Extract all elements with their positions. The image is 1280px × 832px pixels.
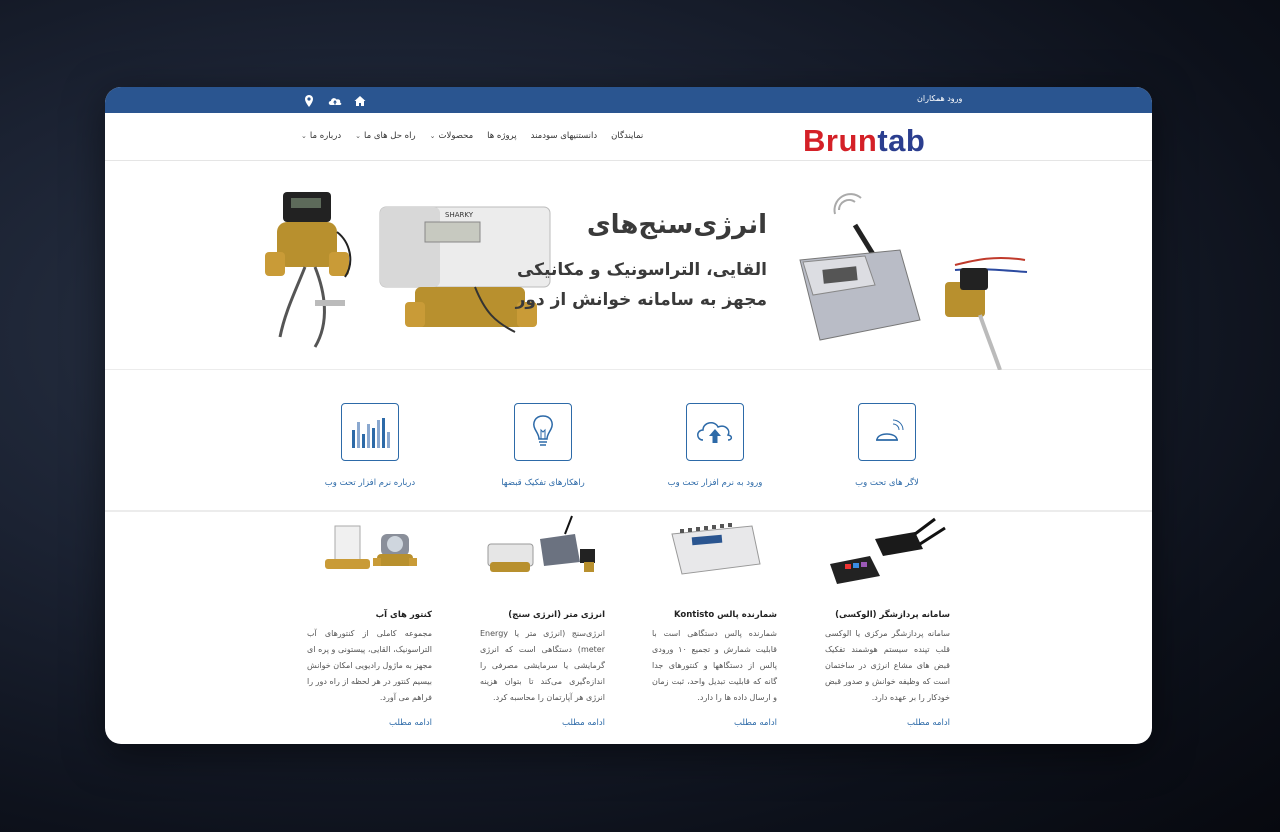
chevron-down-icon: ⌄	[429, 132, 436, 140]
product-description: مجموعه کاملی از کنتورهای آب التراسونیک، …	[307, 629, 432, 702]
home-icon[interactable]	[353, 93, 367, 107]
main-navbar: Bruntab درباره ما ⌄ راه حل های ما ⌄ محصولا…	[105, 113, 1152, 161]
partner-login-link[interactable]: ورود همکاران	[917, 94, 962, 103]
product-title: شمارنده پالس Kontisto	[673, 610, 777, 620]
chevron-down-icon: ⌄	[355, 132, 361, 140]
kontisto-product-image[interactable]	[652, 514, 777, 589]
brand-logo[interactable]: Bruntab	[803, 123, 925, 159]
menu-item-about[interactable]: درباره ما ⌄	[301, 131, 341, 141]
features-row: لاگر های تحت وب ورود به نرم افزار تحت وب…	[105, 370, 1152, 512]
feature-label: ورود به نرم افزار تحت وب	[667, 478, 763, 488]
product-title: سامانه پردازشگر (الوکسی)	[835, 610, 950, 620]
chevron-down-icon: ⌄	[301, 132, 307, 140]
feature-about-software[interactable]: درباره نرم افزار تحت وب	[305, 403, 435, 488]
svg-text:SHARKY: SHARKY	[445, 211, 474, 219]
menu-label: محصولات	[438, 131, 474, 141]
product-title: کنتور های آب	[375, 610, 432, 620]
product-card-energy-meter: انرژی متر (انرژی سنج) انرژی‌سنج (انرژی م…	[480, 514, 605, 728]
browser-window: ورود همکاران Bruntab درباره ما ⌄ راه حل ه…	[105, 87, 1152, 744]
product-description: انرژی‌سنج (انرژی متر یا Energy meter) دس…	[480, 629, 605, 702]
eloxy-product-image[interactable]	[825, 514, 950, 589]
menu-item-products[interactable]: محصولات ⌄	[430, 131, 474, 141]
feature-label: درباره نرم افزار تحت وب	[324, 478, 416, 488]
product-description: شمارنده پالس دستگاهی است با قابلیت شمارش…	[652, 629, 777, 702]
product-description: سامانه پردازشگر مرکزی یا الوکسی قلب تپند…	[825, 629, 950, 702]
menu-label: نمایندگان	[611, 131, 644, 141]
product-title: انرژی متر (انرژی سنج)	[508, 610, 605, 620]
menu-label: درباره ما	[309, 131, 342, 141]
water-meters-product-image[interactable]	[307, 514, 432, 589]
feature-label: راهکارهای تفکیک قبضها	[501, 478, 585, 488]
hero-title: انرژی‌سنج‌های	[586, 210, 767, 240]
energy-meters-image: SHARKY	[265, 192, 551, 348]
wireless-device-image	[799, 193, 1028, 370]
energy-meter-product-image[interactable]	[480, 514, 605, 589]
feature-label: لاگر های تحت وب	[855, 478, 919, 488]
wireless-logger-icon	[858, 403, 916, 461]
bar-chart-icon	[341, 403, 399, 461]
products-row: سامانه پردازشگر (الوکسی) سامانه پردازشگر…	[105, 514, 1152, 744]
read-more-link[interactable]: ادامه مطلب	[480, 718, 605, 728]
feature-bill-splitting[interactable]: راهکارهای تفکیک قبضها	[478, 403, 608, 488]
menu-item-projects[interactable]: پروژه ها	[487, 131, 517, 141]
hero-banner[interactable]: SHARKY انرژی‌سنج‌های القایی، التراسونیک …	[105, 162, 1152, 370]
feature-web-loggers[interactable]: لاگر های تحت وب	[822, 403, 952, 488]
top-bar: ورود همکاران	[105, 87, 1152, 113]
menu-item-solutions[interactable]: راه حل های ما ⌄	[355, 131, 415, 141]
hero-line-1: القایی، التراسونیک و مکانیکی	[516, 260, 767, 280]
feature-web-login[interactable]: ورود به نرم افزار تحت وب	[650, 403, 780, 488]
logo-part-brun: Brun	[803, 123, 878, 158]
read-more-link[interactable]: ادامه مطلب	[307, 718, 432, 728]
lightbulb-icon	[514, 403, 572, 461]
cloud-upload-icon[interactable]	[327, 93, 343, 107]
menu-item-useful-knowledge[interactable]: دانستنیهای سودمند	[531, 131, 598, 141]
cloud-upload-icon	[686, 403, 744, 461]
hero-line-2: مجهز به سامانه خوانش از دور	[515, 290, 767, 310]
logo-part-tab: tab	[877, 123, 926, 158]
menu-label: راه حل های ما	[364, 131, 416, 141]
menu-label: پروژه ها	[487, 131, 517, 141]
menu-item-representatives[interactable]: نمایندگان	[611, 131, 643, 141]
product-card-kontisto: شمارنده پالس Kontisto شمارنده پالس دستگا…	[652, 514, 777, 728]
read-more-link[interactable]: ادامه مطلب	[825, 718, 950, 728]
product-card-eloxy: سامانه پردازشگر (الوکسی) سامانه پردازشگر…	[825, 514, 950, 728]
menu-label: دانستنیهای سودمند	[530, 131, 598, 141]
product-card-water-meters: کنتور های آب مجموعه کاملی از کنتورهای آب…	[307, 514, 432, 728]
location-pin-icon[interactable]	[302, 93, 316, 107]
read-more-link[interactable]: ادامه مطلب	[652, 718, 777, 728]
main-menu: درباره ما ⌄ راه حل های ما ⌄ محصولات ⌄ پروژه…	[301, 131, 643, 141]
